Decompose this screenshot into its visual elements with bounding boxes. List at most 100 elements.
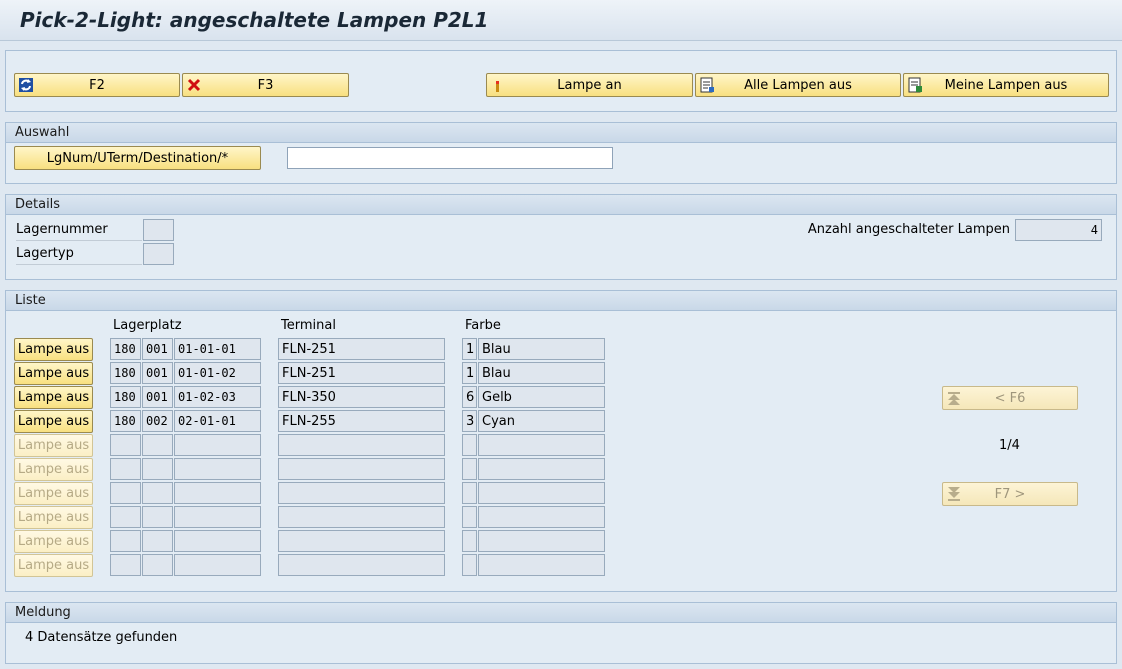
- lampe-aus-button[interactable]: Lampe aus: [14, 554, 93, 577]
- row-platz-field: 01-01-02: [174, 362, 261, 384]
- row-farbcode-field: [462, 506, 477, 528]
- row-terminal-field: FLN-251: [278, 362, 445, 384]
- row-platz-field: [174, 482, 261, 504]
- document-user-icon: [907, 77, 923, 93]
- row-lgtyp-field: 001: [142, 362, 173, 384]
- row-lgtyp-field: [142, 434, 173, 456]
- row-platz-field: [174, 458, 261, 480]
- meldung-panel: Meldung 4 Datensätze gefunden: [5, 602, 1117, 664]
- row-lgnum-field: 180: [110, 386, 141, 408]
- row-farbe-field: [478, 554, 605, 576]
- row-farbe-field: [478, 458, 605, 480]
- f2-label: F2: [89, 77, 105, 93]
- liste-header: Liste: [6, 291, 1116, 311]
- row-lgtyp-field: [142, 530, 173, 552]
- row-lgtyp-field: [142, 554, 173, 576]
- row-lgtyp-field: 002: [142, 410, 173, 432]
- alle-lampen-aus-button[interactable]: Alle Lampen aus: [695, 73, 901, 97]
- row-lgnum-field: 180: [110, 338, 141, 360]
- page-up-icon: [946, 390, 962, 406]
- selection-button-label: LgNum/UTerm/Destination/*: [46, 150, 229, 166]
- row-farbe-field: Blau: [478, 362, 605, 384]
- page-indicator: 1/4: [999, 438, 1020, 453]
- row-terminal-field: [278, 530, 445, 552]
- row-platz-field: [174, 434, 261, 456]
- lampe-aus-button[interactable]: Lampe aus: [14, 482, 93, 505]
- row-lgtyp-field: 001: [142, 386, 173, 408]
- lampe-aus-button[interactable]: Lampe aus: [14, 434, 93, 457]
- lampe-aus-label: Lampe aus: [17, 534, 90, 549]
- meldung-header: Meldung: [6, 603, 1116, 623]
- row-farbe-field: Cyan: [478, 410, 605, 432]
- row-lgnum-field: [110, 506, 141, 528]
- lagertyp-underline: [16, 264, 142, 265]
- lampe-aus-button[interactable]: Lampe aus: [14, 458, 93, 481]
- anzahl-label: Anzahl angeschalteter Lampen: [807, 222, 1010, 237]
- lampe-aus-label: Lampe aus: [17, 438, 90, 453]
- row-terminal-field: [278, 458, 445, 480]
- lampe-aus-label: Lampe aus: [17, 366, 90, 381]
- row-lgnum-field: [110, 530, 141, 552]
- row-lgnum-field: [110, 434, 141, 456]
- status-message: 4 Datensätze gefunden: [25, 630, 178, 645]
- auswahl-header: Auswahl: [6, 123, 1116, 143]
- row-farbcode-field: 6: [462, 386, 477, 408]
- row-terminal-field: [278, 482, 445, 504]
- lampe-aus-button[interactable]: Lampe aus: [14, 530, 93, 553]
- row-farbe-field: [478, 482, 605, 504]
- refresh-icon: [18, 77, 34, 93]
- row-farbcode-field: [462, 458, 477, 480]
- f3-button[interactable]: F3: [182, 73, 349, 97]
- f3-label: F3: [257, 77, 274, 93]
- col-farbe: Farbe: [465, 318, 501, 333]
- lampe-aus-button[interactable]: Lampe aus: [14, 386, 93, 409]
- lamp-icon: [490, 77, 506, 93]
- alle-lampen-aus-label: Alle Lampen aus: [744, 77, 852, 93]
- col-terminal: Terminal: [281, 318, 336, 333]
- row-farbcode-field: 1: [462, 338, 477, 360]
- row-platz-field: 02-01-01: [174, 410, 261, 432]
- lampe-aus-label: Lampe aus: [17, 486, 90, 501]
- lampe-aus-button[interactable]: Lampe aus: [14, 362, 93, 385]
- row-farbe-field: Gelb: [478, 386, 605, 408]
- row-platz-field: 01-01-01: [174, 338, 261, 360]
- page-down-icon: [946, 486, 962, 502]
- lagertyp-field: [143, 243, 174, 265]
- f2-button[interactable]: F2: [14, 73, 180, 97]
- next-page-button[interactable]: F7 >: [942, 482, 1078, 506]
- lagernummer-label: Lagernummer: [16, 222, 108, 237]
- anzahl-field: 4: [1015, 219, 1102, 241]
- row-terminal-field: [278, 434, 445, 456]
- lagernummer-underline: [16, 240, 142, 241]
- meine-lampen-aus-button[interactable]: Meine Lampen aus: [903, 73, 1109, 97]
- lampe-aus-label: Lampe aus: [17, 558, 90, 573]
- document-list-icon: [699, 77, 715, 93]
- lampe-aus-button[interactable]: Lampe aus: [14, 338, 93, 361]
- meine-lampen-aus-label: Meine Lampen aus: [944, 77, 1068, 93]
- row-platz-field: 01-02-03: [174, 386, 261, 408]
- lagertyp-label: Lagertyp: [16, 246, 74, 261]
- selection-button[interactable]: LgNum/UTerm/Destination/*: [14, 146, 261, 170]
- row-lgnum-field: [110, 458, 141, 480]
- row-farbcode-field: [462, 530, 477, 552]
- row-terminal-field: FLN-255: [278, 410, 445, 432]
- row-lgtyp-field: [142, 458, 173, 480]
- lampe-aus-label: Lampe aus: [17, 342, 90, 357]
- liste-panel: Liste Lagerplatz Terminal Farbe Lampe au…: [5, 290, 1117, 592]
- row-farbcode-field: [462, 554, 477, 576]
- row-farbcode-field: [462, 434, 477, 456]
- lampe-an-label: Lampe an: [557, 77, 622, 93]
- page-title: Pick-2-Light: angeschaltete Lampen P2L1: [20, 8, 489, 32]
- selection-input[interactable]: [287, 147, 613, 169]
- col-lagerplatz: Lagerplatz: [113, 318, 182, 333]
- row-lgtyp-field: 001: [142, 338, 173, 360]
- row-farbe-field: [478, 530, 605, 552]
- row-platz-field: [174, 506, 261, 528]
- prev-page-button[interactable]: < F6: [942, 386, 1078, 410]
- lampe-an-button[interactable]: Lampe an: [486, 73, 693, 97]
- lampe-aus-button[interactable]: Lampe aus: [14, 506, 93, 529]
- row-terminal-field: FLN-350: [278, 386, 445, 408]
- cancel-x-icon: [186, 77, 202, 93]
- row-lgnum-field: 180: [110, 362, 141, 384]
- lampe-aus-button[interactable]: Lampe aus: [14, 410, 93, 433]
